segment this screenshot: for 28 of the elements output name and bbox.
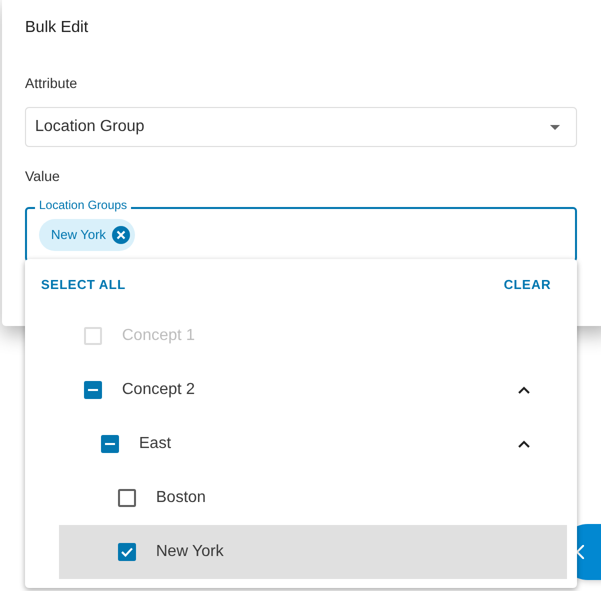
chevron-up-icon[interactable]: [518, 386, 530, 394]
minus-icon: [88, 389, 98, 391]
check-icon: [121, 547, 133, 557]
checkbox[interactable]: [118, 489, 136, 507]
value-label: Value: [25, 167, 61, 186]
checkbox[interactable]: [118, 543, 136, 561]
chip[interactable]: New York: [39, 218, 135, 250]
item-label: Boston: [156, 488, 207, 508]
checkbox[interactable]: [84, 381, 102, 399]
field-label: Location Groups: [35, 198, 132, 212]
item-label: Concept 1: [122, 326, 196, 346]
item-label: East: [139, 434, 172, 454]
item-label: Concept 2: [122, 380, 196, 400]
attribute-label: Attribute: [25, 74, 78, 93]
tree-item[interactable]: Concept 2: [59, 363, 567, 417]
tree-item[interactable]: East: [59, 417, 567, 471]
clear-button[interactable]: CLEAR: [504, 275, 551, 291]
minus-icon: [105, 443, 115, 445]
tree-item[interactable]: New York: [59, 525, 567, 579]
checkbox[interactable]: [101, 435, 119, 453]
item-label: New York: [156, 542, 225, 562]
tree-item[interactable]: Boston: [59, 471, 567, 525]
dialog-title: Bulk Edit: [25, 18, 90, 38]
remove-icon[interactable]: [112, 226, 130, 244]
attribute-select[interactable]: Location Group: [25, 107, 577, 147]
chevron-up-icon[interactable]: [518, 440, 530, 448]
dropdown-caret-icon: [550, 124, 560, 130]
select-all-button[interactable]: SELECT ALL: [41, 275, 126, 291]
